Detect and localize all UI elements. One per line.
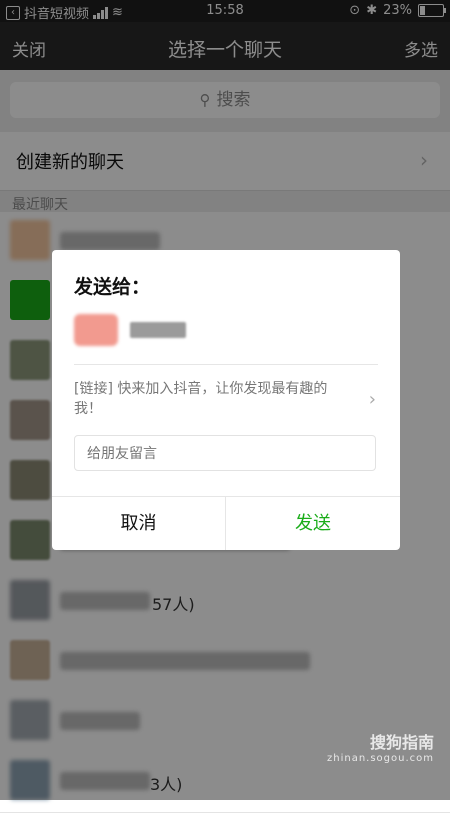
watermark-url: zhinan.sogou.com <box>326 753 434 764</box>
dialog-footer: 取消 发送 <box>52 496 400 550</box>
message-field[interactable] <box>74 435 376 471</box>
recipient-name-blurred <box>130 322 186 338</box>
cancel-button[interactable]: 取消 <box>52 497 225 550</box>
watermark-logo: 搜狗指南 <box>369 733 434 752</box>
shared-link-preview: [链接] 快来加入抖音，让你发现最有趣的我！ <box>74 381 328 417</box>
send-dialog: 发送给： [链接] 快来加入抖音，让你发现最有趣的我！ › 取消 发送 <box>52 250 400 550</box>
recipient-avatar <box>74 314 118 346</box>
watermark: 搜狗指南 zhinan.sogou.com <box>327 729 434 764</box>
send-button[interactable]: 发送 <box>226 497 400 550</box>
dialog-title: 发送给： <box>74 276 151 298</box>
chevron-right-icon: › <box>368 389 376 410</box>
divider <box>74 364 378 365</box>
